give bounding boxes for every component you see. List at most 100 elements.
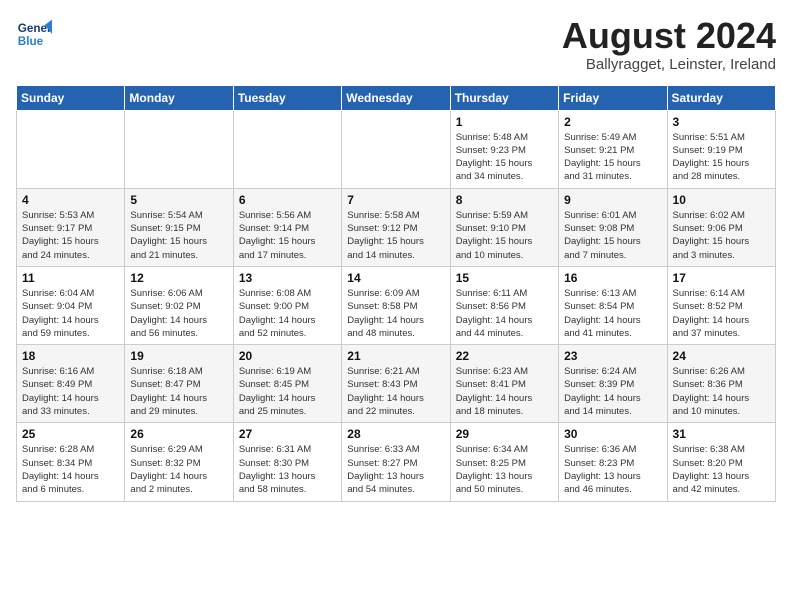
day-info: Sunrise: 6:38 AM Sunset: 8:20 PM Dayligh… xyxy=(673,443,770,496)
day-number: 11 xyxy=(22,271,119,285)
calendar-cell: 21 Sunrise: 6:21 AM Sunset: 8:43 PM Dayli… xyxy=(342,345,450,423)
day-number: 27 xyxy=(239,427,336,441)
calendar-cell: 17 Sunrise: 6:14 AM Sunset: 8:52 PM Dayli… xyxy=(667,266,775,344)
day-info: Sunrise: 6:18 AM Sunset: 8:47 PM Dayligh… xyxy=(130,365,227,418)
weekday-header-saturday: Saturday xyxy=(667,85,775,110)
day-info: Sunrise: 6:24 AM Sunset: 8:39 PM Dayligh… xyxy=(564,365,661,418)
calendar-cell: 12 Sunrise: 6:06 AM Sunset: 9:02 PM Dayli… xyxy=(125,266,233,344)
calendar-cell: 5 Sunrise: 5:54 AM Sunset: 9:15 PM Daylig… xyxy=(125,188,233,266)
calendar-cell: 1 Sunrise: 5:48 AM Sunset: 9:23 PM Daylig… xyxy=(450,110,558,188)
calendar-cell: 6 Sunrise: 5:56 AM Sunset: 9:14 PM Daylig… xyxy=(233,188,341,266)
calendar-cell: 31 Sunrise: 6:38 AM Sunset: 8:20 PM Dayli… xyxy=(667,423,775,501)
weekday-header-monday: Monday xyxy=(125,85,233,110)
day-number: 30 xyxy=(564,427,661,441)
day-info: Sunrise: 6:29 AM Sunset: 8:32 PM Dayligh… xyxy=(130,443,227,496)
day-info: Sunrise: 5:59 AM Sunset: 9:10 PM Dayligh… xyxy=(456,209,553,262)
day-info: Sunrise: 6:36 AM Sunset: 8:23 PM Dayligh… xyxy=(564,443,661,496)
calendar-cell: 22Sunrise: 6:23 AM Sunset: 8:41 PM Dayli… xyxy=(450,345,558,423)
calendar-cell: 13 Sunrise: 6:08 AM Sunset: 9:00 PM Dayli… xyxy=(233,266,341,344)
day-info: Sunrise: 5:49 AM Sunset: 9:21 PM Dayligh… xyxy=(564,131,661,184)
day-info: Sunrise: 5:54 AM Sunset: 9:15 PM Dayligh… xyxy=(130,209,227,262)
location-subtitle: Ballyragget, Leinster, Ireland xyxy=(562,56,776,73)
day-number: 4 xyxy=(22,193,119,207)
day-info: Sunrise: 5:58 AM Sunset: 9:12 PM Dayligh… xyxy=(347,209,444,262)
title-block: August 2024 Ballyragget, Leinster, Irela… xyxy=(562,16,776,73)
weekday-header-thursday: Thursday xyxy=(450,85,558,110)
weekday-header-row: SundayMondayTuesdayWednesdayThursdayFrid… xyxy=(17,85,776,110)
day-number: 26 xyxy=(130,427,227,441)
calendar-cell: 9 Sunrise: 6:01 AM Sunset: 9:08 PM Daylig… xyxy=(559,188,667,266)
calendar-cell: 23Sunrise: 6:24 AM Sunset: 8:39 PM Dayli… xyxy=(559,345,667,423)
day-info: Sunrise: 6:14 AM Sunset: 8:52 PM Dayligh… xyxy=(673,287,770,340)
day-info: Sunrise: 6:04 AM Sunset: 9:04 PM Dayligh… xyxy=(22,287,119,340)
day-number: 28 xyxy=(347,427,444,441)
page-header: General Blue August 2024 Ballyragget, Le… xyxy=(16,16,776,73)
calendar-cell: 8Sunrise: 5:59 AM Sunset: 9:10 PM Daylig… xyxy=(450,188,558,266)
calendar-week-5: 25 Sunrise: 6:28 AM Sunset: 8:34 PM Dayli… xyxy=(17,423,776,501)
day-number: 2 xyxy=(564,115,661,129)
weekday-header-wednesday: Wednesday xyxy=(342,85,450,110)
calendar-cell xyxy=(17,110,125,188)
day-info: Sunrise: 5:48 AM Sunset: 9:23 PM Dayligh… xyxy=(456,131,553,184)
calendar-cell xyxy=(125,110,233,188)
calendar-week-1: 1 Sunrise: 5:48 AM Sunset: 9:23 PM Daylig… xyxy=(17,110,776,188)
calendar-cell xyxy=(233,110,341,188)
month-title: August 2024 xyxy=(562,16,776,56)
calendar-cell: 18Sunrise: 6:16 AM Sunset: 8:49 PM Dayli… xyxy=(17,345,125,423)
weekday-header-tuesday: Tuesday xyxy=(233,85,341,110)
day-info: Sunrise: 6:33 AM Sunset: 8:27 PM Dayligh… xyxy=(347,443,444,496)
day-info: Sunrise: 6:31 AM Sunset: 8:30 PM Dayligh… xyxy=(239,443,336,496)
day-info: Sunrise: 5:56 AM Sunset: 9:14 PM Dayligh… xyxy=(239,209,336,262)
day-number: 21 xyxy=(347,349,444,363)
day-info: Sunrise: 6:19 AM Sunset: 8:45 PM Dayligh… xyxy=(239,365,336,418)
day-number: 14 xyxy=(347,271,444,285)
calendar-cell: 30 Sunrise: 6:36 AM Sunset: 8:23 PM Dayli… xyxy=(559,423,667,501)
day-number: 29 xyxy=(456,427,553,441)
day-number: 16 xyxy=(564,271,661,285)
day-number: 12 xyxy=(130,271,227,285)
svg-text:Blue: Blue xyxy=(18,35,44,48)
day-number: 31 xyxy=(673,427,770,441)
day-number: 19 xyxy=(130,349,227,363)
calendar-cell: 15Sunrise: 6:11 AM Sunset: 8:56 PM Dayli… xyxy=(450,266,558,344)
logo-icon: General Blue xyxy=(16,16,52,52)
calendar-cell xyxy=(342,110,450,188)
day-info: Sunrise: 6:08 AM Sunset: 9:00 PM Dayligh… xyxy=(239,287,336,340)
day-number: 24 xyxy=(673,349,770,363)
day-number: 5 xyxy=(130,193,227,207)
day-number: 7 xyxy=(347,193,444,207)
day-number: 13 xyxy=(239,271,336,285)
day-number: 6 xyxy=(239,193,336,207)
day-info: Sunrise: 5:53 AM Sunset: 9:17 PM Dayligh… xyxy=(22,209,119,262)
day-info: Sunrise: 6:13 AM Sunset: 8:54 PM Dayligh… xyxy=(564,287,661,340)
day-number: 1 xyxy=(456,115,553,129)
calendar-cell: 10Sunrise: 6:02 AM Sunset: 9:06 PM Dayli… xyxy=(667,188,775,266)
calendar-cell: 2 Sunrise: 5:49 AM Sunset: 9:21 PM Daylig… xyxy=(559,110,667,188)
day-number: 17 xyxy=(673,271,770,285)
calendar-cell: 14 Sunrise: 6:09 AM Sunset: 8:58 PM Dayli… xyxy=(342,266,450,344)
day-number: 22 xyxy=(456,349,553,363)
day-info: Sunrise: 6:06 AM Sunset: 9:02 PM Dayligh… xyxy=(130,287,227,340)
calendar-week-3: 11 Sunrise: 6:04 AM Sunset: 9:04 PM Dayli… xyxy=(17,266,776,344)
calendar-cell: 27 Sunrise: 6:31 AM Sunset: 8:30 PM Dayli… xyxy=(233,423,341,501)
calendar-cell: 28 Sunrise: 6:33 AM Sunset: 8:27 PM Dayli… xyxy=(342,423,450,501)
weekday-header-friday: Friday xyxy=(559,85,667,110)
calendar-week-2: 4 Sunrise: 5:53 AM Sunset: 9:17 PM Daylig… xyxy=(17,188,776,266)
calendar-cell: 3Sunrise: 5:51 AM Sunset: 9:19 PM Daylig… xyxy=(667,110,775,188)
day-info: Sunrise: 5:51 AM Sunset: 9:19 PM Dayligh… xyxy=(673,131,770,184)
day-info: Sunrise: 6:11 AM Sunset: 8:56 PM Dayligh… xyxy=(456,287,553,340)
day-number: 10 xyxy=(673,193,770,207)
weekday-header-sunday: Sunday xyxy=(17,85,125,110)
day-info: Sunrise: 6:26 AM Sunset: 8:36 PM Dayligh… xyxy=(673,365,770,418)
day-number: 25 xyxy=(22,427,119,441)
day-info: Sunrise: 6:01 AM Sunset: 9:08 PM Dayligh… xyxy=(564,209,661,262)
day-info: Sunrise: 6:28 AM Sunset: 8:34 PM Dayligh… xyxy=(22,443,119,496)
calendar-cell: 24 Sunrise: 6:26 AM Sunset: 8:36 PM Dayli… xyxy=(667,345,775,423)
day-number: 20 xyxy=(239,349,336,363)
day-info: Sunrise: 6:09 AM Sunset: 8:58 PM Dayligh… xyxy=(347,287,444,340)
day-number: 18 xyxy=(22,349,119,363)
logo: General Blue xyxy=(16,16,52,52)
calendar-cell: 11 Sunrise: 6:04 AM Sunset: 9:04 PM Dayli… xyxy=(17,266,125,344)
day-number: 9 xyxy=(564,193,661,207)
day-info: Sunrise: 6:21 AM Sunset: 8:43 PM Dayligh… xyxy=(347,365,444,418)
